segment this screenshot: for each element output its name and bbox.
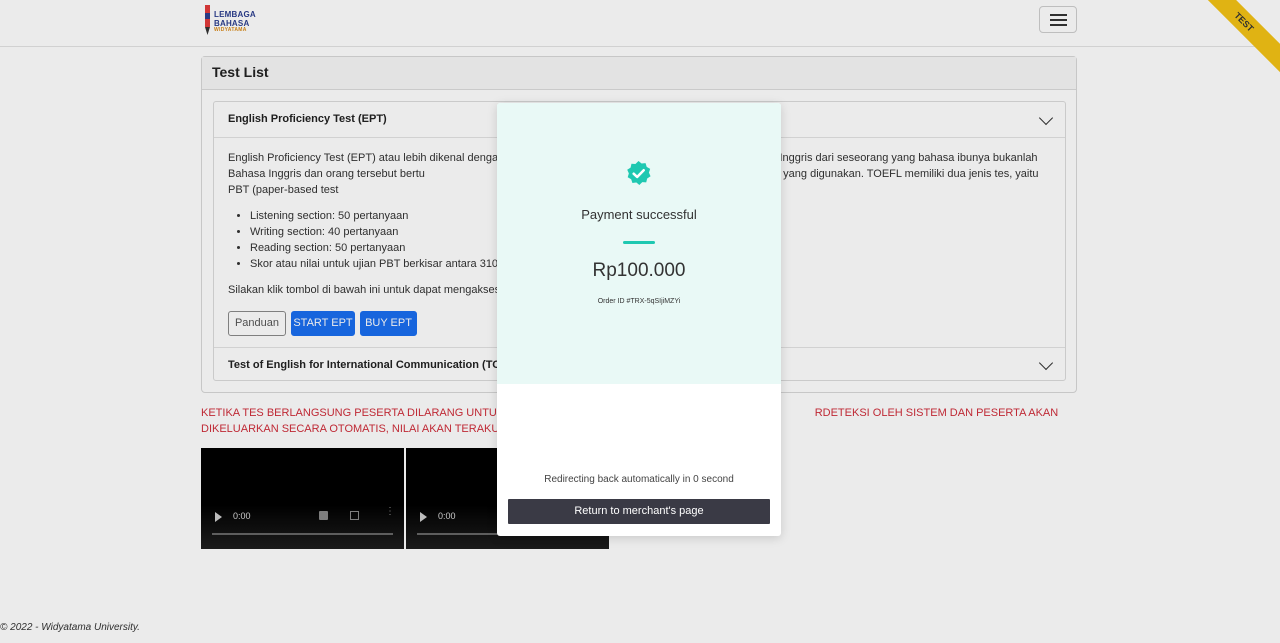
order-id: Order ID #TRX-5qSIjiMZYi <box>597 298 681 305</box>
redirect-message: Redirecting back automatically in 0 seco… <box>544 474 734 485</box>
payment-status-title: Payment successful <box>581 207 697 222</box>
payment-summary: Payment successful Rp100.000 Order ID #T… <box>497 103 781 384</box>
accent-divider <box>623 241 655 244</box>
return-to-merchant-button[interactable]: Return to merchant's page <box>508 499 770 524</box>
payment-modal: Payment successful Rp100.000 Order ID #T… <box>497 103 781 536</box>
payment-amount: Rp100.000 <box>592 260 686 281</box>
verified-check-icon <box>627 160 651 185</box>
